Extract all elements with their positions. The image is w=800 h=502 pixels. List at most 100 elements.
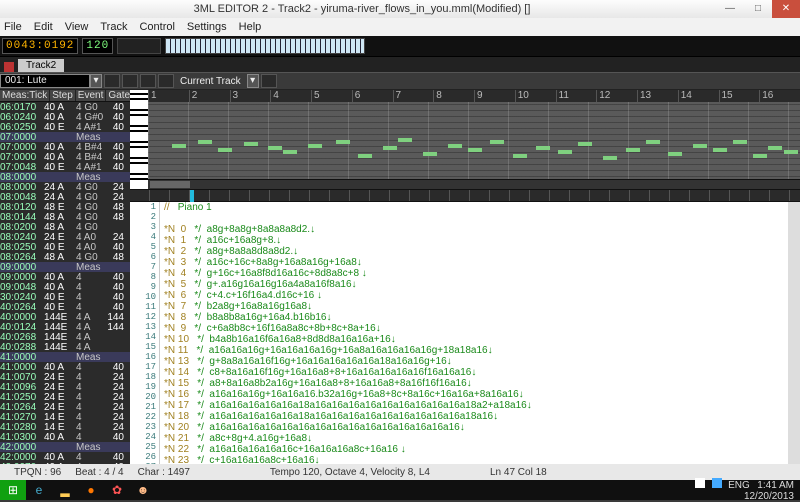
note[interactable] <box>626 148 640 152</box>
opt-btn-5[interactable] <box>261 74 277 88</box>
maximize-button[interactable]: □ <box>744 0 772 18</box>
opt-btn-3[interactable] <box>140 74 156 88</box>
tray-lang[interactable]: ENG <box>728 480 750 491</box>
event-row[interactable]: 42:007040 A440 <box>0 462 130 464</box>
note[interactable] <box>490 140 504 144</box>
tray-icon[interactable] <box>695 478 705 488</box>
instrument-dropdown-icon[interactable]: ▾ <box>90 74 102 88</box>
event-row[interactable]: 41:028014 E424 <box>0 422 130 432</box>
event-row[interactable]: 40:0288144E4 A <box>0 342 130 352</box>
note[interactable] <box>578 142 592 146</box>
instrument-select[interactable]: 001: Lute <box>0 74 90 88</box>
start-button[interactable]: ⊞ <box>0 480 26 500</box>
menu-view[interactable]: View <box>65 21 89 33</box>
note[interactable] <box>172 144 186 148</box>
event-row[interactable]: 08:000024 A4 G024 <box>0 182 130 192</box>
note[interactable] <box>383 146 397 150</box>
menu-file[interactable]: File <box>4 21 22 33</box>
opt-btn-1[interactable] <box>104 74 120 88</box>
event-row[interactable]: 08:026448 A4 G048 <box>0 252 130 262</box>
note[interactable] <box>308 144 322 148</box>
event-row[interactable]: 06:025040 E4 A#140 <box>0 122 130 132</box>
note[interactable] <box>448 144 462 148</box>
note[interactable] <box>283 150 297 154</box>
event-row[interactable]: 41:0000 Meas <box>0 352 130 362</box>
event-row[interactable]: 07:004840 E4 A#140 <box>0 162 130 172</box>
event-row[interactable]: 41:026424 E424 <box>0 402 130 412</box>
event-row[interactable]: 08:025040 E4 A040 <box>0 242 130 252</box>
event-row[interactable]: 08:020048 A4 G0 <box>0 222 130 232</box>
note[interactable] <box>244 142 258 146</box>
track-mode-dropdown-icon[interactable]: ▾ <box>247 74 259 88</box>
piano-scrollbar[interactable] <box>148 179 800 189</box>
playhead-marker[interactable] <box>190 190 194 202</box>
editor-scrollbar[interactable] <box>788 202 800 464</box>
note[interactable] <box>603 156 617 160</box>
event-row[interactable]: 41:000040 A440 <box>0 362 130 372</box>
close-button[interactable]: ✕ <box>772 0 800 18</box>
piano-grid[interactable] <box>148 90 800 189</box>
event-row[interactable]: 06:024040 A4 G#040 <box>0 112 130 122</box>
note[interactable] <box>218 148 232 152</box>
taskbar-app-2[interactable]: ☻ <box>130 480 156 500</box>
menu-help[interactable]: Help <box>239 21 262 33</box>
note[interactable] <box>784 150 798 154</box>
note[interactable] <box>198 140 212 144</box>
transport-buttons[interactable] <box>117 38 161 54</box>
taskbar-app-explorer[interactable]: ▂ <box>52 480 78 500</box>
note[interactable] <box>336 140 350 144</box>
midi-keyboard[interactable] <box>165 38 365 54</box>
piano-roll[interactable]: 12345678910111213141516 <box>130 90 800 190</box>
event-row[interactable]: 06:017040 A4 G040 <box>0 102 130 112</box>
note[interactable] <box>768 146 782 150</box>
event-row[interactable]: 09:000040 A4 40 <box>0 272 130 282</box>
event-row[interactable]: 42:0000 Meas <box>0 442 130 452</box>
event-row[interactable]: 41:027014 E424 <box>0 412 130 422</box>
piano-keys[interactable] <box>130 90 148 189</box>
event-row[interactable]: 40:0268144E4 A <box>0 332 130 342</box>
note[interactable] <box>713 148 727 152</box>
event-row[interactable]: 40:0124144E4 A144 <box>0 322 130 332</box>
event-row[interactable]: 41:030040 A440 <box>0 432 130 442</box>
menu-control[interactable]: Control <box>139 21 174 33</box>
event-row[interactable]: 08:014448 A4 G048 <box>0 212 130 222</box>
event-row[interactable]: 07:000040 A4 B#440 <box>0 152 130 162</box>
note[interactable] <box>398 138 412 142</box>
opt-btn-2[interactable] <box>122 74 138 88</box>
mml-editor[interactable]: 1234567891011121314151617181920212223242… <box>130 202 800 464</box>
note[interactable] <box>693 144 707 148</box>
windows-taskbar[interactable]: ⊞ e ▂ ● ✿ ☻ ENG 1:41 AM 12/20/2013 <box>0 480 800 500</box>
note[interactable] <box>423 152 437 156</box>
event-row[interactable]: 09:004840 A4 40 <box>0 282 130 292</box>
menu-settings[interactable]: Settings <box>187 21 227 33</box>
event-row[interactable]: 07:000040 A4 B#440 <box>0 142 130 152</box>
event-row[interactable]: 08:0000 Meas <box>0 172 130 182</box>
minimize-button[interactable]: — <box>716 0 744 18</box>
event-row[interactable]: 09:0000 Meas <box>0 262 130 272</box>
note[interactable] <box>536 146 550 150</box>
event-row[interactable]: 41:025024 E424 <box>0 392 130 402</box>
note[interactable] <box>358 154 372 158</box>
note[interactable] <box>268 146 282 150</box>
event-row[interactable]: 41:009624 E424 <box>0 382 130 392</box>
note[interactable] <box>668 152 682 156</box>
note[interactable] <box>513 154 527 158</box>
tab-track2[interactable]: Track2 <box>18 59 64 72</box>
code-area[interactable]: // Piano 1 *N 0 */ a8g+8a8g+8a8a8a8d2.↓ … <box>160 202 788 464</box>
event-row[interactable]: 08:004824 A4 G024 <box>0 192 130 202</box>
event-row[interactable]: 40:0000144E4 A144 <box>0 312 130 322</box>
menu-edit[interactable]: Edit <box>34 21 53 33</box>
note[interactable] <box>558 150 572 154</box>
taskbar-app-firefox[interactable]: ● <box>78 480 104 500</box>
note[interactable] <box>753 154 767 158</box>
note[interactable] <box>468 148 482 152</box>
event-row[interactable]: 08:024024 E4 A024 <box>0 232 130 242</box>
note[interactable] <box>646 140 660 144</box>
event-list[interactable]: Meas:TickStepEventGateVol/Value 06:01704… <box>0 90 130 464</box>
opt-btn-4[interactable] <box>158 74 174 88</box>
event-row[interactable]: 08:012048 E4 G048 <box>0 202 130 212</box>
event-row[interactable]: 07:0000 Meas <box>0 132 130 142</box>
event-row[interactable]: 40:026440 E4 40 <box>0 302 130 312</box>
event-row[interactable]: 41:007024 E424 <box>0 372 130 382</box>
event-row[interactable]: 30:024040 E4 40 <box>0 292 130 302</box>
